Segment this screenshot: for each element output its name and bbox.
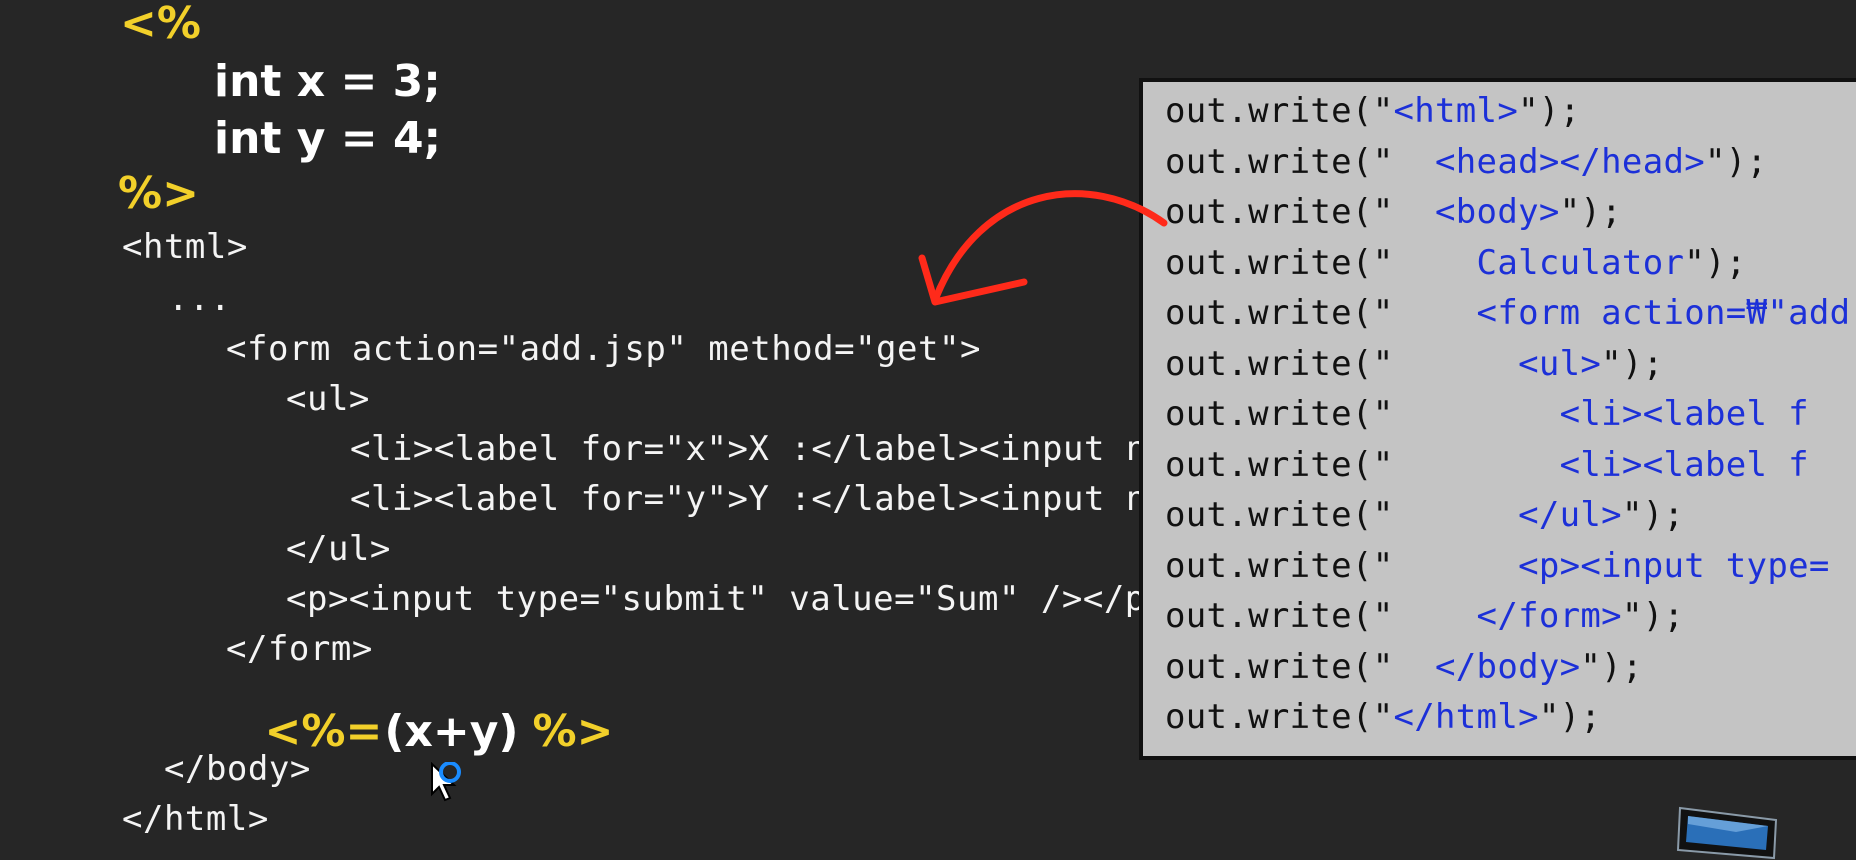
red-curved-arrow-icon bbox=[918, 190, 1168, 306]
mouse-pointer-icon bbox=[431, 762, 461, 802]
monitor-icon bbox=[1676, 806, 1778, 860]
